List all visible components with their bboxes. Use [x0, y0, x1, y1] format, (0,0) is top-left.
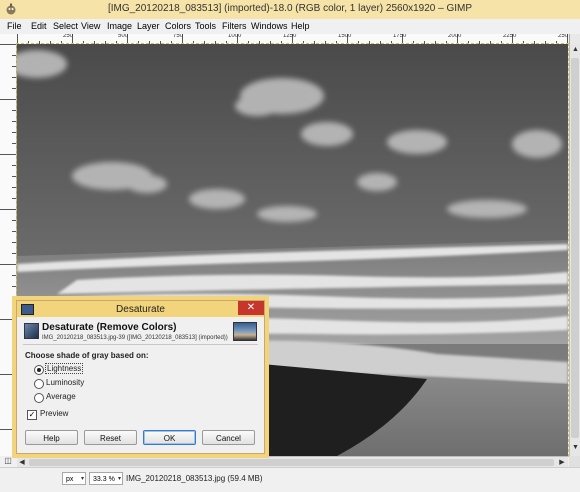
ruler-tick	[12, 253, 16, 254]
desaturate-dialog: Desaturate ✕ Desaturate (Remove Colors) …	[16, 300, 265, 454]
ruler-tick	[0, 429, 16, 430]
ruler-label: 1750	[393, 34, 407, 39]
cancel-button[interactable]: Cancel	[202, 430, 255, 445]
menu-select[interactable]: Select	[53, 21, 78, 31]
menu-image[interactable]: Image	[107, 21, 132, 31]
ruler-tick	[12, 231, 16, 232]
image-thumbnail	[233, 322, 257, 341]
menu-tools[interactable]: Tools	[195, 21, 216, 31]
menu-windows[interactable]: Windows	[251, 21, 288, 31]
ruler-tick	[12, 66, 16, 67]
unit-value: px	[66, 476, 74, 483]
ruler-tick	[12, 110, 16, 111]
reset-button[interactable]: Reset	[84, 430, 137, 445]
menu-file[interactable]: File	[7, 21, 22, 31]
dialog-separator	[23, 344, 258, 345]
menu-help[interactable]: Help	[291, 21, 310, 31]
zoom-select[interactable]: 33.3 % ▾	[89, 472, 123, 485]
status-bar: px ▾ 33.3 % ▾ IMG_20120218_083513.jpg (5…	[0, 467, 580, 492]
dialog-title: Desaturate	[116, 304, 165, 315]
preview-checkbox[interactable]: ✓	[27, 410, 37, 420]
ruler-label: 2250	[503, 34, 517, 39]
ruler-label: 1500	[338, 34, 352, 39]
ruler-label: 500	[118, 34, 129, 39]
ruler-tick	[12, 275, 16, 276]
dialog-heading: Desaturate (Remove Colors)	[42, 322, 177, 333]
ruler-tick	[12, 297, 16, 298]
ruler-tick	[12, 165, 16, 166]
radio-label[interactable]: Average	[46, 392, 76, 401]
ruler-tick	[12, 55, 16, 56]
ruler-tick	[12, 132, 16, 133]
menubar: File Edit Select View Image Layer Colors…	[0, 19, 580, 34]
preview-label[interactable]: Preview	[40, 409, 68, 418]
ruler-label: 1000	[228, 34, 242, 39]
radio-button[interactable]	[34, 365, 44, 375]
ruler-tick	[12, 187, 16, 188]
ruler-tick	[12, 242, 16, 243]
shade-group-label: Choose shade of gray based on:	[25, 351, 149, 360]
ruler-tick	[0, 264, 16, 265]
menu-layer[interactable]: Layer	[137, 21, 160, 31]
chevron-down-icon: ▾	[117, 476, 121, 482]
zoom-corner[interactable]	[569, 456, 580, 467]
window-titlebar: [IMG_20120218_083513] (imported)-18.0 (R…	[0, 0, 580, 20]
window-title: [IMG_20120218_083513] (imported)-18.0 (R…	[107, 3, 473, 14]
radio-label[interactable]: Lightness	[44, 363, 84, 374]
dialog-titlebar[interactable]: Desaturate ✕	[17, 301, 264, 317]
ruler-tick	[17, 34, 18, 44]
vertical-ruler[interactable]	[0, 44, 17, 456]
scroll-up-arrow-icon[interactable]: ▲	[571, 46, 580, 56]
ruler-tick	[12, 176, 16, 177]
radio-label[interactable]: Luminosity	[46, 378, 84, 387]
ruler-label: 2000	[448, 34, 462, 39]
quick-mask-icon[interactable]: ◫	[2, 456, 14, 467]
ruler-label: 1250	[283, 34, 297, 39]
scroll-down-arrow-icon[interactable]: ▼	[571, 444, 580, 454]
ruler-tick	[12, 198, 16, 199]
zoom-value: 33.3 %	[93, 476, 115, 483]
radio-button[interactable]	[34, 379, 44, 389]
ruler-tick	[12, 220, 16, 221]
menu-filters[interactable]: Filters	[222, 21, 247, 31]
ruler-label: 250	[63, 34, 74, 39]
ruler-tick	[12, 77, 16, 78]
radio-button[interactable]	[34, 393, 44, 403]
help-button[interactable]: Help	[25, 430, 78, 445]
ruler-tick	[0, 209, 16, 210]
menu-colors[interactable]: Colors	[165, 21, 191, 31]
navigate-icon[interactable]	[569, 34, 580, 44]
unit-select[interactable]: px ▾	[62, 472, 86, 485]
ruler-label: 750	[173, 34, 184, 39]
ok-button[interactable]: OK	[143, 430, 196, 445]
ruler-tick	[0, 44, 16, 45]
vertical-scrollbar[interactable]: ▲ ▼	[569, 44, 580, 456]
ruler-tick	[12, 121, 16, 122]
image-info: IMG_20120218_083513.jpg (59.4 MB)	[126, 474, 263, 483]
chevron-down-icon: ▾	[80, 476, 84, 482]
desaturate-icon	[24, 323, 39, 339]
ruler-tick	[0, 374, 16, 375]
vertical-scroll-thumb[interactable]	[571, 58, 579, 438]
ruler-tick	[0, 319, 16, 320]
ruler-tick	[12, 88, 16, 89]
menu-view[interactable]: View	[81, 21, 100, 31]
horizontal-scroll-thumb[interactable]	[29, 459, 554, 466]
dialog-subtitle: IMG_20120218_083513.jpg-39 ([IMG_2012021…	[42, 335, 228, 341]
ruler-tick	[0, 154, 16, 155]
ruler-tick	[0, 99, 16, 100]
ruler-tick	[12, 143, 16, 144]
menu-edit[interactable]: Edit	[31, 21, 47, 31]
ruler-label: 2500	[558, 34, 568, 39]
close-icon[interactable]: ✕	[238, 301, 264, 315]
ruler-tick	[12, 286, 16, 287]
